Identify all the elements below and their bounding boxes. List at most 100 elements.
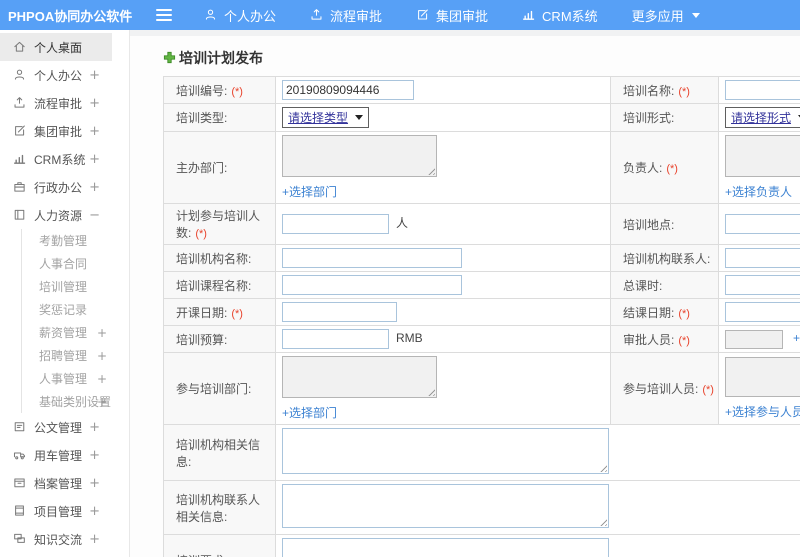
form-row: 培训课程名称: 总课时:: [163, 271, 800, 299]
training-requirements-textarea[interactable]: [282, 538, 609, 557]
participating-departments-textarea[interactable]: [282, 356, 437, 398]
required-mark: (*): [678, 85, 690, 98]
sidebar-item-desktop[interactable]: 个人桌面: [0, 33, 112, 61]
start-date-input[interactable]: [282, 302, 397, 322]
host-department-textarea[interactable]: [282, 135, 437, 177]
participating-staff-link[interactable]: +选择参与人员: [725, 403, 800, 420]
expand-toggle-icon[interactable]: +: [89, 504, 100, 519]
sidebar-item-personal-office[interactable]: 个人办公 +: [0, 61, 112, 89]
sidebar-item-group-approval[interactable]: 集团审批 +: [0, 117, 112, 145]
training-number-field-cell: [275, 76, 611, 104]
required-mark: (*): [231, 307, 243, 320]
end-date-input[interactable]: [725, 302, 800, 322]
training-org-info-textarea[interactable]: [282, 428, 609, 474]
expand-toggle-icon[interactable]: +: [89, 448, 100, 463]
expand-toggle-icon[interactable]: +: [89, 180, 100, 195]
topnav-crm-system[interactable]: CRM系统: [522, 6, 598, 25]
training-type-field-cell: 请选择类型: [275, 103, 611, 132]
expand-toggle-icon[interactable]: +: [97, 349, 107, 363]
sidebar-item-label: 知识交流: [34, 532, 83, 547]
caret-down-icon: [691, 12, 700, 18]
hamburger-icon[interactable]: [156, 9, 172, 21]
approver-input[interactable]: [725, 329, 783, 349]
expand-toggle-icon[interactable]: +: [89, 476, 100, 491]
sidebar-item-archive-mgmt[interactable]: 档案管理 +: [0, 469, 112, 497]
sidebar-item-human-resources[interactable]: 人力资源 −: [0, 201, 112, 229]
training-org-name-input[interactable]: [282, 248, 462, 268]
sidebar-item-vehicle-mgmt[interactable]: 用车管理 +: [0, 441, 112, 469]
expand-toggle-icon[interactable]: +: [97, 372, 107, 386]
leader-textarea[interactable]: [725, 135, 800, 177]
topnav-workflow-approval[interactable]: 流程审批: [310, 6, 382, 25]
required-mark: (*): [195, 228, 207, 240]
host-department-link[interactable]: +选择部门: [282, 183, 337, 200]
sidebar-item-label: 流程审批: [34, 96, 83, 111]
training-type-select[interactable]: 请选择类型: [282, 107, 370, 128]
sidebar-item-workflow-approval[interactable]: 流程审批 +: [0, 89, 112, 117]
planned-participants-field-cell: 人: [275, 203, 611, 245]
sidebar-subitem-hr-contract[interactable]: 人事合同: [22, 252, 113, 275]
course-name-input[interactable]: [282, 275, 462, 295]
topnav-group-approval[interactable]: 集团审批: [416, 6, 488, 25]
topnav-personal-office[interactable]: 个人办公: [204, 6, 276, 25]
expand-toggle-icon[interactable]: +: [97, 395, 107, 409]
planned-participants-input[interactable]: [282, 214, 389, 234]
sidebar-item-project-mgmt[interactable]: 项目管理 +: [0, 497, 112, 525]
training-number-input[interactable]: [282, 80, 414, 100]
end-date-field-cell: [718, 298, 800, 326]
expand-toggle-icon[interactable]: +: [97, 326, 107, 340]
sidebar-item-document-mgmt[interactable]: 公文管理 +: [0, 413, 112, 441]
participating-staff-textarea[interactable]: [725, 357, 800, 397]
training-org-info-field-cell: [275, 424, 800, 481]
edit-icon: [416, 8, 430, 22]
sidebar-subitem-base-category[interactable]: 基础类别设置 +: [22, 390, 113, 413]
sidebar-subitem-attendance-mgmt[interactable]: 考勤管理: [22, 229, 113, 252]
approver-link[interactable]: +选择审批人员: [793, 329, 800, 346]
sidebar-subitem-recruitment-mgmt[interactable]: 招聘管理 +: [22, 344, 113, 367]
expand-toggle-icon[interactable]: +: [89, 532, 100, 547]
training-org-info-label: 培训机构相关信息:: [176, 437, 261, 469]
sidebar-subitem-reward-punishment[interactable]: 奖惩记录: [22, 298, 113, 321]
submenu-human-resources: 考勤管理 人事合同 培训管理 奖惩记录 薪资管理 + 招聘管理 + 人事管理 + 基础类别设置 +: [21, 229, 129, 413]
training-org-contact-field-cell: [718, 244, 800, 272]
dropdown-arrow-icon: [355, 115, 364, 120]
training-org-contact-input[interactable]: [725, 248, 800, 268]
leader-link[interactable]: +选择负责人: [725, 183, 792, 200]
home-icon: [13, 40, 27, 54]
total-hours-field-cell: [718, 271, 800, 299]
training-budget-label: 培训预算:: [176, 332, 228, 347]
briefcase-icon: [13, 180, 27, 194]
sidebar-subitem-personnel-mgmt[interactable]: 人事管理 +: [22, 367, 113, 390]
sidebar-item-crm-system[interactable]: CRM系统 +: [0, 145, 112, 173]
training-number-label: 培训编号:: [176, 83, 228, 98]
end-date-label: 结课日期:: [623, 305, 675, 320]
training-org-contact-label: 培训机构联系人:: [623, 251, 711, 266]
training-budget-input[interactable]: [282, 329, 389, 349]
training-org-name-field-cell: [275, 244, 611, 272]
form-row: 开课日期: (*) 结课日期: (*): [163, 298, 800, 326]
sidebar-subitem-salary-mgmt[interactable]: 薪资管理 +: [22, 321, 113, 344]
sidebar-item-label: 项目管理: [34, 504, 83, 519]
expand-toggle-icon[interactable]: +: [89, 124, 100, 139]
participating-departments-link[interactable]: +选择部门: [282, 404, 337, 421]
sidebar-item-knowledge-exchange[interactable]: 知识交流 +: [0, 525, 112, 553]
total-hours-input[interactable]: [725, 275, 800, 295]
expand-toggle-icon[interactable]: +: [89, 68, 100, 83]
sidebar-subitem-training-mgmt[interactable]: 培训管理: [22, 275, 113, 298]
expand-toggle-icon[interactable]: −: [89, 208, 100, 223]
expand-toggle-icon[interactable]: +: [89, 420, 100, 435]
total-hours-label-cell: 总课时:: [610, 271, 719, 299]
leader-label-cell: 负责人: (*): [610, 131, 719, 204]
topnav-label: 个人办公: [224, 8, 277, 24]
training-name-field-cell: [718, 76, 800, 104]
training-form-select[interactable]: 请选择形式: [725, 107, 800, 128]
training-name-input[interactable]: [725, 80, 800, 100]
expand-toggle-icon[interactable]: +: [89, 152, 100, 167]
sidebar-item-label: 公文管理: [34, 420, 83, 435]
expand-toggle-icon[interactable]: +: [89, 96, 100, 111]
training-org-contact-info-textarea[interactable]: [282, 484, 609, 528]
topnav-more-apps[interactable]: 更多应用: [632, 6, 700, 25]
training-location-input[interactable]: [725, 214, 800, 234]
required-mark: (*): [702, 384, 714, 396]
sidebar-item-admin-office[interactable]: 行政办公 +: [0, 173, 112, 201]
